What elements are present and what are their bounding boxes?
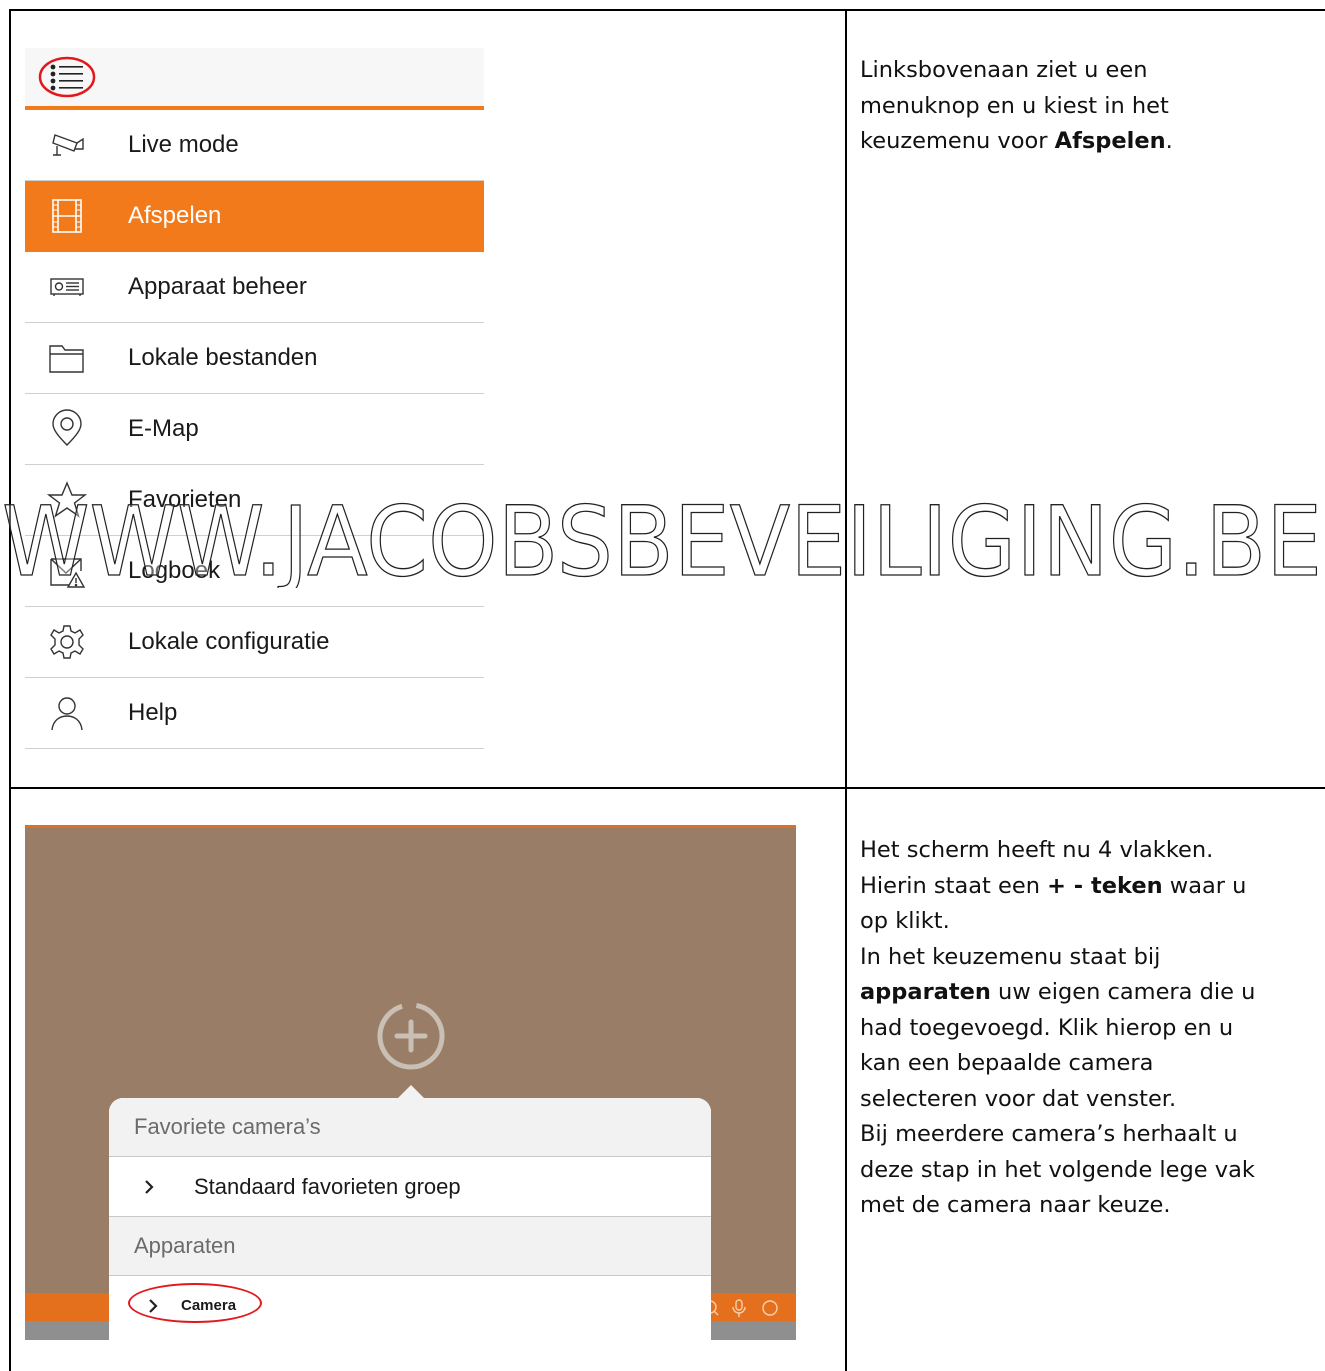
text-line: apparaten uw eigen camera die u bbox=[860, 975, 1315, 1011]
watermark-text: WWW.JACOBSBEVEILIGING.BE bbox=[2, 488, 1322, 588]
table-border-left bbox=[9, 9, 11, 1371]
list-item-favorites-group[interactable]: Standaard favorieten groep bbox=[109, 1157, 711, 1217]
menu-item-label: Help bbox=[128, 699, 178, 726]
hamburger-menu-icon[interactable] bbox=[37, 56, 97, 98]
cctv-camera-icon bbox=[52, 134, 84, 156]
text-fragment: keuzemenu voor bbox=[860, 128, 1055, 154]
bold-term: + - teken bbox=[1047, 872, 1163, 899]
section-header-favorites: Favoriete camera’s bbox=[109, 1098, 711, 1157]
text-line: menuknop en u kiest in het bbox=[860, 92, 1169, 119]
text-fragment: waar u bbox=[1162, 872, 1247, 899]
add-camera-plus-icon[interactable] bbox=[373, 998, 449, 1074]
camera-picker-popover: Favoriete camera’s Standaard favorieten … bbox=[109, 1098, 711, 1340]
text-line: kan een bepaalde camera bbox=[860, 1050, 1154, 1076]
gear-icon bbox=[50, 625, 84, 659]
website-watermark: WWW.JACOBSBEVEILIGING.BE bbox=[1, 488, 1322, 588]
text-line: Linksbovenaan ziet u een bbox=[860, 57, 1148, 83]
app-side-menu: Live mode Afspelen Apparaat beheer Lokal… bbox=[25, 48, 484, 749]
menu-item-lokale-configuratie[interactable]: Lokale configuratie bbox=[25, 607, 484, 678]
bold-term: Afspelen bbox=[1054, 128, 1166, 154]
menu-item-e-map[interactable]: E-Map bbox=[25, 394, 484, 465]
menu-item-afspelen[interactable]: Afspelen bbox=[25, 181, 484, 252]
table-divider-vertical bbox=[845, 9, 847, 1371]
table-divider-horizontal bbox=[9, 787, 1325, 789]
menu-item-help[interactable]: Help bbox=[25, 678, 484, 749]
shot-top-accent bbox=[25, 825, 796, 828]
menu-item-label: Apparaat beheer bbox=[128, 273, 307, 300]
menu-item-label: Afspelen bbox=[128, 202, 222, 229]
text-fragment: Hierin staat een bbox=[860, 872, 1048, 899]
step1-instructions: Linksbovenaan ziet u een menuknop en u k… bbox=[860, 53, 1315, 160]
playback-screenshot: Favoriete camera’s Standaard favorieten … bbox=[25, 825, 796, 1340]
text-line: op klikt. bbox=[860, 908, 950, 934]
list-item-camera[interactable]: Camera bbox=[109, 1276, 711, 1340]
section-title: Favoriete camera’s bbox=[134, 1114, 321, 1139]
highlight-ring bbox=[128, 1283, 262, 1323]
list-item-label: Standaard favorieten groep bbox=[194, 1174, 461, 1199]
chevron-right-icon bbox=[145, 1180, 154, 1194]
text-fragment: uw eigen camera die u bbox=[990, 979, 1256, 1005]
text-line: deze stap in het volgende lege vak bbox=[860, 1156, 1255, 1183]
section-title: Apparaten bbox=[134, 1233, 236, 1258]
text-line: Hierin staat een + - teken waar u bbox=[860, 869, 1315, 905]
menu-item-label: Lokale bestanden bbox=[128, 344, 318, 371]
bold-term: apparaten bbox=[860, 979, 991, 1005]
user-icon bbox=[51, 697, 83, 731]
dvr-device-icon bbox=[50, 278, 84, 296]
toolbar-icons bbox=[703, 1299, 778, 1317]
popover-arrow bbox=[397, 1085, 425, 1099]
text-fragment: . bbox=[1165, 128, 1173, 154]
step2-instructions: Het scherm heeft nu 4 vlakken. Hierin st… bbox=[860, 833, 1315, 1224]
menu-item-label: Lokale configuratie bbox=[128, 628, 330, 655]
text-line: had toegevoegd. Klik hierop en u bbox=[860, 1014, 1234, 1041]
location-pin-icon bbox=[52, 409, 82, 446]
section-header-devices: Apparaten bbox=[109, 1217, 711, 1276]
table-border-top bbox=[9, 9, 1325, 11]
text-line: selecteren voor dat venster. bbox=[860, 1085, 1177, 1112]
film-strip-icon bbox=[52, 199, 82, 233]
text-line: Het scherm heeft nu 4 vlakken. bbox=[860, 837, 1214, 863]
text-line: met de camera naar keuze. bbox=[860, 1192, 1171, 1218]
text-line: In het keuzemenu staat bij bbox=[860, 943, 1161, 970]
menu-header bbox=[25, 48, 484, 110]
menu-item-label: E-Map bbox=[128, 415, 199, 442]
menu-item-lokale-bestanden[interactable]: Lokale bestanden bbox=[25, 323, 484, 394]
text-line: keuzemenu voor Afspelen. bbox=[860, 124, 1315, 160]
menu-item-live-mode[interactable]: Live mode bbox=[25, 110, 484, 181]
menu-item-label: Live mode bbox=[128, 131, 239, 158]
text-line: Bij meerdere camera’s herhaalt u bbox=[860, 1121, 1238, 1147]
menu-item-apparaat-beheer[interactable]: Apparaat beheer bbox=[25, 252, 484, 323]
folder-icon bbox=[49, 345, 84, 373]
